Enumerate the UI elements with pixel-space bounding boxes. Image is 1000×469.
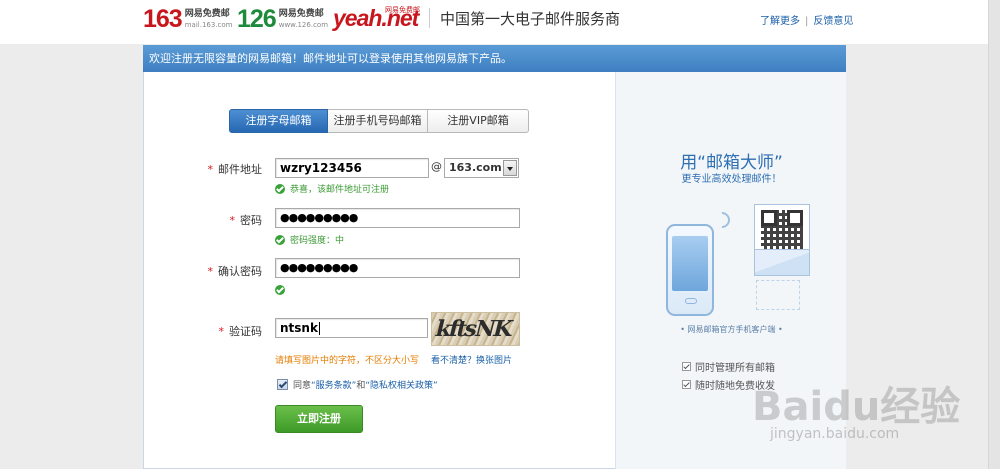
at-sign: @ [431,160,442,173]
logo-163-sub: 网易免费邮 [184,8,230,19]
client-label: • 网易邮箱官方手机客户端 • [680,325,783,334]
confirm-password-label: * 确认密码 [207,265,263,278]
email-label: * 邮件地址 [207,163,263,176]
password-input[interactable]: ●●●●●●●●● [275,208,520,228]
terms-link[interactable]: “服务条款” [311,378,356,391]
baidu-watermark-url: jingyan.baidu.com [770,426,900,442]
feature-item: 同时管理所有邮箱 [682,359,775,374]
phone-screen [672,236,708,291]
mail-deco-icon [756,280,800,310]
email-hint: 恭喜，该邮件地址可注册 [275,182,389,195]
privacy-link[interactable]: “隐私权相关政策” [365,378,437,391]
header-divider [429,8,430,28]
promo-subtitle: 更专业高效处理邮件！ [681,174,782,185]
email-input[interactable]: wzry123456 [275,158,429,178]
logo-163-url: mail.163.com [184,20,233,29]
agreement: 同意 “服务条款” 和 “隐私权相关政策” [277,378,438,391]
feedback-link[interactable]: 反馈意见 [813,16,853,27]
learn-more-link[interactable]: 了解更多 [760,16,800,27]
check-icon [275,183,285,194]
phone-icon [666,224,714,316]
tab-letter-email[interactable]: 注册字母邮箱 [229,109,328,133]
link-separator: | [805,16,809,27]
header: 163 网易免费邮 mail.163.com 126 网易免费邮 www.126… [0,0,1000,44]
logo-yeah[interactable]: 网易免费邮 yeah.net [333,2,420,32]
logo-126[interactable]: 126 网易免费邮 www.126.com [237,5,328,34]
logo-126-sub: 网易免费邮 [278,8,324,19]
register-tabs: 注册字母邮箱 注册手机号码邮箱 注册VIP邮箱 [229,109,529,133]
wifi-icon [710,208,734,232]
slogan: 中国第一大电子邮件服务商 [440,10,621,28]
check-icon [682,380,691,389]
captcha-hint: 请填写图片中的字符，不区分大小写 [275,356,420,366]
tab-mobile-email[interactable]: 注册手机号码邮箱 [328,109,428,133]
logo-126-url: www.126.com [278,20,329,29]
captcha-input[interactable]: ntsnk [275,318,428,338]
logo-yeah-sub: 网易免费邮 [385,6,420,14]
tab-vip-email[interactable]: 注册VIP邮箱 [428,109,529,133]
chevron-down-icon[interactable] [503,160,517,176]
check-icon [275,234,285,245]
check-icon [682,362,691,371]
check-icon [275,285,285,295]
agree-checkbox[interactable] [277,379,288,390]
logo-163[interactable]: 163 网易免费邮 mail.163.com [143,5,232,34]
password-label: * 密码 [229,214,263,227]
register-button[interactable]: 立即注册 [275,405,363,433]
envelope-flap [755,249,809,275]
baidu-watermark: Baidu经验 [752,384,961,430]
domain-select[interactable]: 163.com [444,158,519,178]
phone-home-button [685,298,697,304]
confirm-password-input[interactable]: ●●●●●●●●● [275,258,520,278]
confirm-password-hint [275,285,290,295]
captcha-image[interactable]: kftsNK [431,312,520,346]
password-strength: 密码强度：中 [275,233,344,246]
welcome-banner: 欢迎注册无限容量的网易邮箱！邮件地址可以登录使用其他网易旗下产品。 [143,45,846,72]
text-cursor [318,322,320,335]
captcha-label: * 验证码 [218,325,263,338]
register-panel: 注册字母邮箱 注册手机号码邮箱 注册VIP邮箱 * 邮件地址 wzry123456… [143,72,846,469]
refresh-captcha-link[interactable]: 看不清楚？换张图片 [431,353,512,366]
qr-code[interactable] [761,210,803,252]
page-scrollbar[interactable] [988,0,1000,469]
envelope-icon [754,204,810,276]
top-links: 了解更多 | 反馈意见 [760,12,853,27]
